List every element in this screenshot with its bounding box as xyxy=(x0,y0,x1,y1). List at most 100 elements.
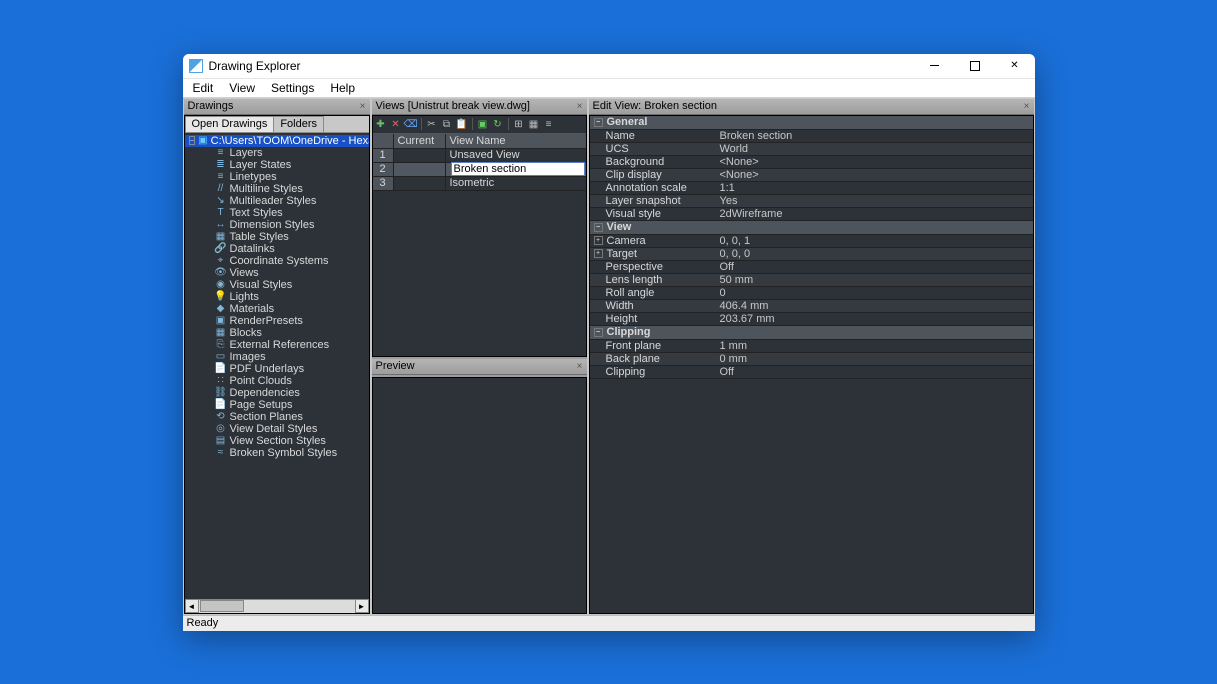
prop-row[interactable]: Layer snapshotYes xyxy=(590,195,1033,208)
section-toggle-icon[interactable]: − xyxy=(594,223,603,232)
prop-row[interactable]: Lens length50 mm xyxy=(590,274,1033,287)
prop-section-clipping[interactable]: −Clipping xyxy=(590,326,1033,340)
tree-node-coord[interactable]: ⌖Coordinate Systems xyxy=(185,255,369,267)
section-toggle-icon[interactable]: − xyxy=(594,118,603,127)
prop-value[interactable]: 203.67 mm xyxy=(716,313,1033,325)
prop-value[interactable]: <None> xyxy=(716,156,1033,168)
panel-close-icon[interactable]: × xyxy=(577,101,583,112)
tree-node-datalink[interactable]: 🔗Datalinks xyxy=(185,243,369,255)
prop-expand-icon[interactable]: + xyxy=(594,249,603,258)
tree-node-pcloud[interactable]: ∷Point Clouds xyxy=(185,375,369,387)
copy-icon[interactable]: ⧉ xyxy=(440,117,454,131)
paste-icon[interactable]: 📋 xyxy=(455,117,469,131)
views-col-current[interactable]: Current xyxy=(394,134,446,148)
grid-view-icon[interactable]: ▦ xyxy=(527,117,541,131)
panel-close-icon[interactable]: × xyxy=(577,361,583,372)
prop-section-view[interactable]: −View xyxy=(590,221,1033,235)
delete-icon[interactable]: ✕ xyxy=(389,117,403,131)
prop-row[interactable]: Roll angle0 xyxy=(590,287,1033,300)
panel-close-icon[interactable]: × xyxy=(1024,101,1030,112)
close-button[interactable] xyxy=(995,54,1035,79)
purge-icon[interactable]: ⌫ xyxy=(404,117,418,131)
refresh-icon[interactable]: ↻ xyxy=(491,117,505,131)
prop-value[interactable]: Yes xyxy=(716,195,1033,207)
maximize-button[interactable] xyxy=(955,54,995,79)
prop-row[interactable]: +Target0, 0, 0 xyxy=(590,248,1033,261)
prop-expand-icon[interactable]: + xyxy=(594,236,603,245)
tree-node-materials[interactable]: ◆Materials xyxy=(185,303,369,315)
minimize-button[interactable] xyxy=(915,54,955,79)
setcurrent-icon[interactable]: ▣ xyxy=(476,117,490,131)
view-row[interactable]: 2Broken section xyxy=(373,163,586,177)
prop-value[interactable]: World xyxy=(716,143,1033,155)
tree-node-linetypes[interactable]: ≡Linetypes xyxy=(185,171,369,183)
view-name-edit[interactable]: Broken section xyxy=(451,162,585,176)
tree-node-deps[interactable]: ⛓Dependencies xyxy=(185,387,369,399)
tree-node-dim[interactable]: ↔Dimension Styles xyxy=(185,219,369,231)
section-toggle-icon[interactable]: − xyxy=(594,328,603,337)
tree-node-xref[interactable]: ⎘External References xyxy=(185,339,369,351)
prop-row[interactable]: UCSWorld xyxy=(590,143,1033,156)
prop-value[interactable]: Off xyxy=(716,366,1033,378)
tree-node-mleader[interactable]: ↘Multileader Styles xyxy=(185,195,369,207)
prop-row[interactable]: Clip display<None> xyxy=(590,169,1033,182)
tree-node-layers[interactable]: ≡Layers xyxy=(185,147,369,159)
prop-value[interactable]: 0 mm xyxy=(716,353,1033,365)
prop-value[interactable]: Broken section xyxy=(716,130,1033,142)
tree-node-mline[interactable]: //Multiline Styles xyxy=(185,183,369,195)
prop-row[interactable]: NameBroken section xyxy=(590,130,1033,143)
tree-node-section[interactable]: ⟲Section Planes xyxy=(185,411,369,423)
prop-value[interactable]: 1:1 xyxy=(716,182,1033,194)
view-row[interactable]: 3Isometric xyxy=(373,177,586,191)
tree-node-text[interactable]: TText Styles xyxy=(185,207,369,219)
tree-node-vstyle[interactable]: ◉Visual Styles xyxy=(185,279,369,291)
prop-row[interactable]: +Camera0, 0, 1 xyxy=(590,235,1033,248)
view-row[interactable]: 1Unsaved View xyxy=(373,149,586,163)
cut-icon[interactable]: ✂ xyxy=(425,117,439,131)
tree-node-vdetail[interactable]: ◎View Detail Styles xyxy=(185,423,369,435)
tree-node-blocks[interactable]: ▦Blocks xyxy=(185,327,369,339)
tree-node-vsection[interactable]: ▤View Section Styles xyxy=(185,435,369,447)
tree-root-node[interactable]: −▣C:\Users\TOOM\OneDrive - Hexagon\D xyxy=(185,135,369,147)
collapse-icon[interactable]: − xyxy=(189,136,196,145)
panel-close-icon[interactable]: × xyxy=(360,101,366,112)
tree-node-page[interactable]: 📄Page Setups xyxy=(185,399,369,411)
new-icon[interactable]: ✚ xyxy=(374,117,388,131)
menu-edit[interactable]: Edit xyxy=(185,80,222,96)
prop-value[interactable]: 0, 0, 0 xyxy=(716,248,1033,260)
tree-node-images[interactable]: ▭Images xyxy=(185,351,369,363)
prop-row[interactable]: Height203.67 mm xyxy=(590,313,1033,326)
prop-row[interactable]: ClippingOff xyxy=(590,366,1033,379)
prop-value[interactable]: <None> xyxy=(716,169,1033,181)
views-col-viewname[interactable]: View Name xyxy=(446,134,586,148)
prop-value[interactable]: 406.4 mm xyxy=(716,300,1033,312)
drawings-tree[interactable]: −▣C:\Users\TOOM\OneDrive - Hexagon\D≡Lay… xyxy=(185,133,369,599)
icons-view-icon[interactable]: ⊞ xyxy=(512,117,526,131)
tree-node-views[interactable]: 👁Views xyxy=(185,267,369,279)
prop-value[interactable]: Off xyxy=(716,261,1033,273)
prop-row[interactable]: Back plane0 mm xyxy=(590,353,1033,366)
prop-section-general[interactable]: −General xyxy=(590,116,1033,130)
properties-grid[interactable]: −GeneralNameBroken sectionUCSWorldBackgr… xyxy=(590,116,1033,613)
prop-row[interactable]: Width406.4 mm xyxy=(590,300,1033,313)
prop-row[interactable]: PerspectiveOff xyxy=(590,261,1033,274)
prop-row[interactable]: Background<None> xyxy=(590,156,1033,169)
menu-view[interactable]: View xyxy=(221,80,263,96)
prop-value[interactable]: 0, 0, 1 xyxy=(716,235,1033,247)
prop-value[interactable]: 50 mm xyxy=(716,274,1033,286)
tree-node-pdf[interactable]: 📄PDF Underlays xyxy=(185,363,369,375)
prop-value[interactable]: 0 xyxy=(716,287,1033,299)
scroll-left-button[interactable]: ◄ xyxy=(185,599,199,613)
prop-row[interactable]: Annotation scale1:1 xyxy=(590,182,1033,195)
prop-row[interactable]: Visual style2dWireframe xyxy=(590,208,1033,221)
menu-settings[interactable]: Settings xyxy=(263,80,322,96)
tree-hscroll[interactable]: ◄ ► xyxy=(185,599,369,613)
tree-node-broken[interactable]: ≈Broken Symbol Styles xyxy=(185,447,369,459)
tree-node-lights[interactable]: 💡Lights xyxy=(185,291,369,303)
tab-open-drawings[interactable]: Open Drawings xyxy=(185,116,275,132)
list-view-icon[interactable]: ≡ xyxy=(542,117,556,131)
scroll-right-button[interactable]: ► xyxy=(355,599,369,613)
prop-value[interactable]: 1 mm xyxy=(716,340,1033,352)
tree-node-layer-states[interactable]: ≣Layer States xyxy=(185,159,369,171)
scroll-thumb[interactable] xyxy=(200,600,244,612)
